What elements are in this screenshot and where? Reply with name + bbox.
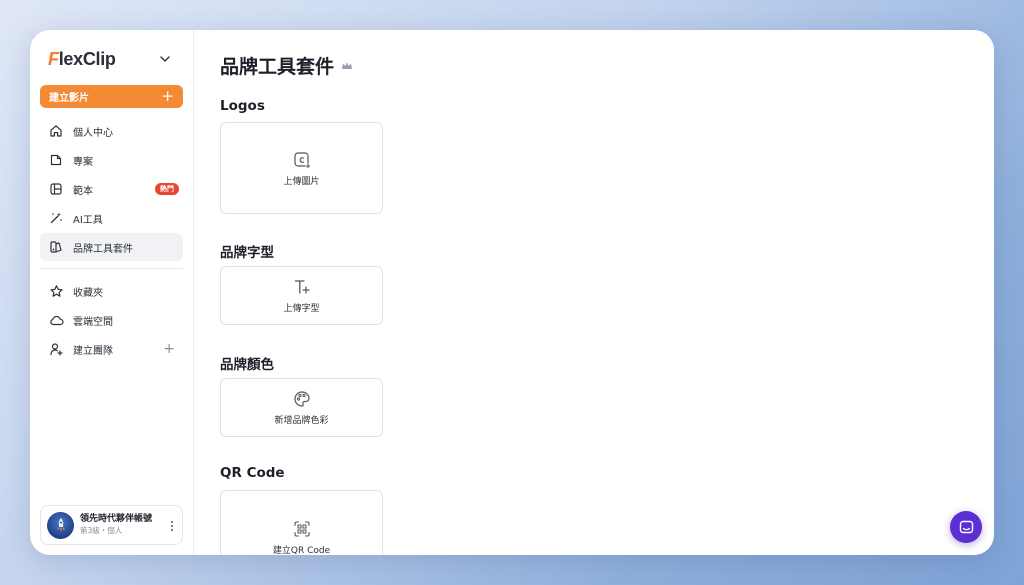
- avatar: [47, 511, 74, 539]
- add-font-icon: [292, 277, 312, 297]
- upload-font-card[interactable]: 上傳字型: [220, 266, 383, 325]
- sidebar-item-ai-tools[interactable]: AI工具: [40, 204, 183, 232]
- page-title: 品牌工具套件: [220, 52, 353, 79]
- user-info: 領先時代夥伴帳號 第3級・個人: [80, 513, 152, 537]
- sidebar-item-label: 品牌工具套件: [73, 243, 133, 255]
- upload-image-card[interactable]: 上傳圖片: [220, 122, 383, 214]
- sidebar-item-label: 範本: [73, 185, 93, 197]
- user-account-card[interactable]: 領先時代夥伴帳號 第3級・個人: [40, 505, 183, 545]
- sidebar-item-label: 雲端空間: [73, 316, 113, 328]
- magic-wand-icon: [48, 210, 64, 226]
- section-title-colors: 品牌顏色: [220, 357, 274, 373]
- sidebar-item-projects[interactable]: 專案: [40, 146, 183, 174]
- sidebar-item-label: 個人中心: [73, 127, 113, 139]
- logo-text: lexClip: [58, 48, 116, 69]
- sidebar: FlexClip 建立影片 + 個人中心 專案 範本 熱門 AI工具 品牌工具套…: [30, 30, 194, 555]
- sidebar-item-label: AI工具: [73, 214, 103, 226]
- sidebar-item-label: 收藏夾: [73, 287, 103, 299]
- create-video-button[interactable]: 建立影片 +: [40, 85, 183, 108]
- user-name: 領先時代夥伴帳號: [80, 514, 153, 524]
- main-content: 品牌工具套件 Logos 上傳圖片 品牌字型 上傳字型 品牌顏色 新增品牌色彩: [194, 30, 994, 555]
- upload-image-icon: [292, 150, 312, 170]
- more-options-icon[interactable]: [168, 518, 176, 534]
- sidebar-item-home[interactable]: 個人中心: [40, 117, 183, 145]
- add-brand-color-card[interactable]: 新增品牌色彩: [220, 378, 383, 437]
- sidebar-item-favorites[interactable]: 收藏夾: [40, 277, 183, 305]
- star-icon: [48, 283, 64, 299]
- section-title-qr-code: QR Code: [220, 465, 285, 481]
- chat-support-button[interactable]: [950, 511, 982, 543]
- qr-code-icon: [292, 519, 312, 539]
- add-team-plus-icon[interactable]: +: [163, 341, 175, 357]
- user-plan: 第3級・個人: [80, 526, 123, 535]
- sidebar-item-label: 專案: [73, 156, 93, 168]
- brand-kit-icon: [48, 239, 64, 255]
- sidebar-item-templates[interactable]: 範本 熱門: [40, 175, 183, 203]
- add-user-icon: [48, 341, 64, 357]
- sidebar-item-brand-kit[interactable]: 品牌工具套件: [40, 233, 183, 261]
- sidebar-item-label: 建立團隊: [73, 345, 113, 357]
- home-icon: [48, 123, 64, 139]
- section-title-logos: Logos: [220, 98, 265, 114]
- chevron-down-icon[interactable]: [156, 50, 174, 68]
- logo-row: FlexClip: [48, 48, 174, 70]
- sidebar-item-create-team[interactable]: 建立團隊 +: [40, 335, 183, 363]
- add-brand-color-label: 新增品牌色彩: [274, 416, 329, 426]
- create-video-label: 建立影片: [49, 93, 89, 104]
- hot-badge: 熱門: [155, 183, 179, 195]
- sidebar-divider: [40, 268, 183, 269]
- sidebar-nav: 個人中心 專案 範本 熱門 AI工具 品牌工具套件 收藏夾 雲端空間 建立團隊 …: [40, 117, 183, 364]
- section-title-fonts: 品牌字型: [220, 245, 274, 261]
- chat-icon: [959, 520, 973, 533]
- page-title-text: 品牌工具套件: [220, 56, 335, 78]
- flexclip-logo[interactable]: FlexClip: [48, 49, 116, 70]
- template-icon: [48, 181, 64, 197]
- palette-icon: [292, 389, 312, 409]
- upload-image-label: 上傳圖片: [283, 176, 320, 187]
- crown-icon: [341, 61, 353, 71]
- folder-icon: [48, 152, 64, 168]
- logo-f: F: [48, 48, 59, 69]
- create-qr-code-card[interactable]: 建立QR Code: [220, 490, 383, 555]
- cloud-icon: [48, 312, 64, 328]
- plus-icon: +: [161, 87, 174, 105]
- app-window: FlexClip 建立影片 + 個人中心 專案 範本 熱門 AI工具 品牌工具套…: [30, 30, 994, 555]
- upload-font-label: 上傳字型: [283, 304, 320, 314]
- sidebar-item-cloud[interactable]: 雲端空間: [40, 306, 183, 334]
- create-qr-code-label: 建立QR Code: [272, 546, 331, 555]
